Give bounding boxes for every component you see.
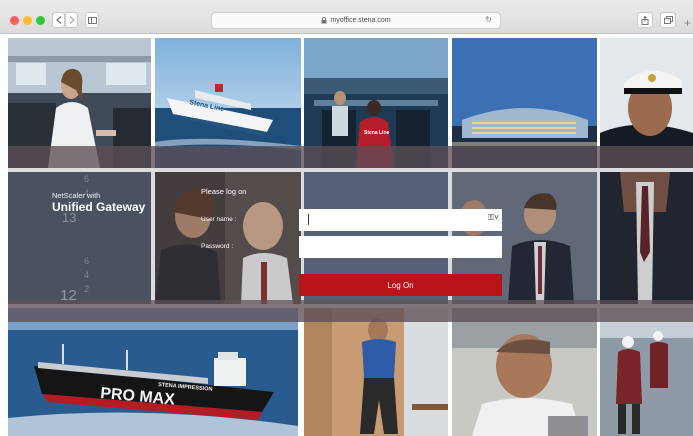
tabs-icon [663,16,673,24]
password-input[interactable] [299,236,502,258]
overlay-band-bottom [8,300,693,322]
browser-toolbar: myoffice.stena.com ↻ + [0,0,693,34]
photo-tanker: PRO MAX STENA IMPRESSION [8,308,298,436]
log-on-button[interactable]: Log On [299,274,502,296]
login-title: Please log on [201,187,247,196]
share-button[interactable] [637,12,653,28]
new-tab-icon[interactable]: + [684,17,691,29]
sidebar-button[interactable] [85,12,99,28]
username-input[interactable] [299,209,502,231]
address-bar[interactable]: myoffice.stena.com ↻ [211,12,501,29]
password-label: Password : [201,243,234,250]
overlay-band-top [8,146,693,168]
chevron-left-icon [55,16,61,24]
photo-deck-crew [600,308,693,436]
chevron-right-icon [69,16,75,24]
crew-shirt-text: Stena Line [364,130,390,136]
tabs-button[interactable] [660,12,676,28]
username-label: User name : [201,216,237,223]
url-text: myoffice.stena.com [330,17,391,24]
close-window-button[interactable] [10,16,19,25]
reload-icon[interactable]: ↻ [485,15,492,24]
sidebar-icon [87,16,97,24]
product-line-1: NetScaler with [52,191,101,200]
text-cursor [308,214,309,225]
minimize-window-button[interactable] [23,16,32,25]
product-line-2: Unified Gateway [52,200,146,214]
back-button[interactable] [52,12,65,28]
lock-icon [321,17,327,24]
autofill-key-icon[interactable]: ⚿˅ [488,213,499,223]
share-icon [641,15,649,25]
photo-engineer [452,308,597,436]
zoom-window-button[interactable] [36,16,45,25]
photo-worker [304,308,448,436]
forward-button[interactable] [65,12,78,28]
